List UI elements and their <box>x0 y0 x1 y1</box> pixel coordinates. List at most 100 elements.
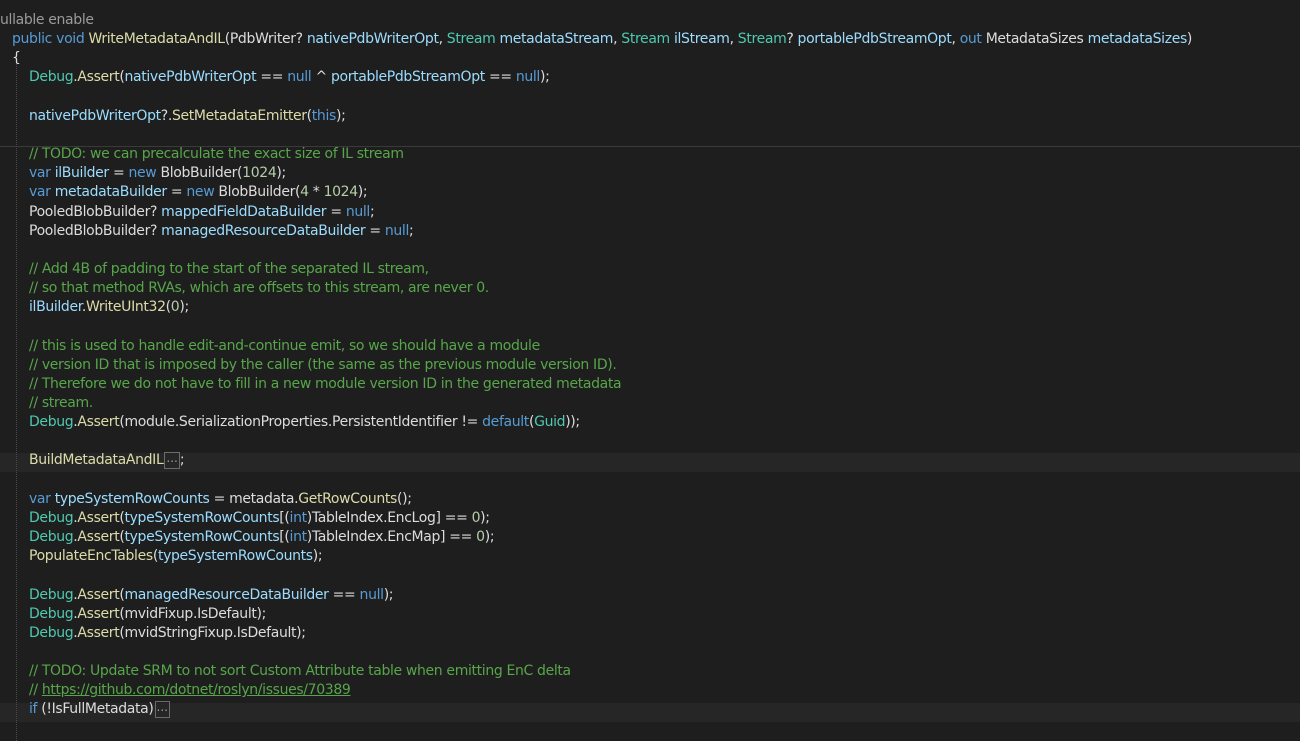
code-token: ?. <box>160 108 173 124</box>
code-line[interactable]: // so that method RVAs, which are offset… <box>0 279 1300 298</box>
code-line-text: Debug.Assert(managedResourceDataBuilder … <box>29 586 394 605</box>
code-line[interactable]: var typeSystemRowCounts = metadata.GetRo… <box>0 490 1300 509</box>
code-token: 0 <box>476 529 485 545</box>
code-token: PdbWriter <box>229 31 296 47</box>
code-token: 1024 <box>242 165 277 181</box>
code-token: == <box>328 587 360 603</box>
code-token: == <box>484 69 516 85</box>
code-line-text: // this is used to handle edit-and-conti… <box>29 337 540 356</box>
code-line[interactable]: if (!IsFullMetadata)... <box>0 700 1300 719</box>
code-line[interactable]: // TODO: we can precalculate the exact s… <box>0 145 1300 164</box>
code-token: out <box>959 31 982 47</box>
code-token: metadataSizes <box>1087 31 1188 47</box>
code-line[interactable] <box>0 126 1300 145</box>
code-line-text: Debug.Assert(mvidFixup.IsDefault); <box>29 605 266 624</box>
code-token: PopulateEncTables <box>29 548 153 564</box>
code-token: // stream. <box>29 395 93 411</box>
code-line[interactable]: public void WriteMetadataAndIL(PdbWriter… <box>0 30 1300 49</box>
code-token: (module.SerializationProperties.Persiste… <box>119 414 483 430</box>
code-token: BlobBuilder <box>218 184 296 200</box>
code-token: null <box>287 69 312 85</box>
code-line[interactable]: PooledBlobBuilder? managedResourceDataBu… <box>0 222 1300 241</box>
code-line[interactable]: // Add 4B of padding to the start of the… <box>0 260 1300 279</box>
code-line[interactable] <box>0 88 1300 107</box>
code-token: new <box>128 165 157 181</box>
code-line[interactable]: var ilBuilder = new BlobBuilder(1024); <box>0 164 1300 183</box>
code-token: * <box>308 184 324 200</box>
code-line[interactable]: Debug.Assert(nativePdbWriterOpt == null … <box>0 68 1300 87</box>
code-link[interactable]: https://github.com/dotnet/roslyn/issues/… <box>42 682 351 698</box>
code-token: Debug <box>29 606 74 622</box>
code-line[interactable]: { <box>0 49 1300 68</box>
code-token: ) <box>1186 31 1193 47</box>
code-line-text: PopulateEncTables(typeSystemRowCounts); <box>29 547 323 566</box>
code-line[interactable]: Debug.Assert(module.SerializationPropert… <box>0 413 1300 432</box>
code-line[interactable]: var metadataBuilder = new BlobBuilder(4 … <box>0 183 1300 202</box>
collapsed-region-marker[interactable]: ... <box>154 700 170 718</box>
code-token: Debug <box>29 414 74 430</box>
code-token: [( <box>279 510 290 526</box>
code-token: metadataBuilder <box>54 184 167 200</box>
code-line[interactable] <box>0 471 1300 490</box>
code-line[interactable] <box>0 241 1300 260</box>
code-line[interactable]: // stream. <box>0 394 1300 413</box>
code-editor[interactable]: ullable enable public void WriteMetadataA… <box>0 0 1300 741</box>
code-token: ); <box>484 529 495 545</box>
code-token: typeSystemRowCounts <box>124 529 280 545</box>
code-line-text: // TODO: we can precalculate the exact s… <box>29 145 404 164</box>
code-token: Assert <box>77 529 120 545</box>
code-token: // <box>29 682 42 698</box>
code-line[interactable]: Debug.Assert(mvidFixup.IsDefault); <box>0 605 1300 624</box>
code-token: // Add 4B of padding to the start of the… <box>29 261 429 277</box>
code-line-text: public void WriteMetadataAndIL(PdbWriter… <box>12 30 1192 49</box>
code-token: = <box>166 184 187 200</box>
code-line-text: { <box>12 49 21 68</box>
code-line-text: PooledBlobBuilder? managedResourceDataBu… <box>29 222 414 241</box>
code-line[interactable] <box>0 432 1300 451</box>
code-line[interactable] <box>0 317 1300 336</box>
code-line[interactable] <box>0 643 1300 662</box>
code-token: null <box>515 69 540 85</box>
code-token: )TableIndex.EncMap] == <box>306 529 477 545</box>
code-token: (); <box>397 491 412 507</box>
code-token: Guid <box>534 414 566 430</box>
code-token: ilBuilder <box>29 299 82 315</box>
code-token: )); <box>565 414 580 430</box>
code-line-text: Debug.Assert(typeSystemRowCounts[(int)Ta… <box>29 528 495 547</box>
code-token: Assert <box>77 587 120 603</box>
code-token: ); <box>276 165 286 181</box>
code-line[interactable]: Debug.Assert(typeSystemRowCounts[(int)Ta… <box>0 509 1300 528</box>
code-line[interactable]: // version ID that is imposed by the cal… <box>0 356 1300 375</box>
code-line[interactable]: PooledBlobBuilder? mappedFieldDataBuilde… <box>0 203 1300 222</box>
code-line[interactable] <box>0 566 1300 585</box>
code-line[interactable]: PopulateEncTables(typeSystemRowCounts); <box>0 547 1300 566</box>
code-line[interactable]: nativePdbWriterOpt?.SetMetadataEmitter(t… <box>0 107 1300 126</box>
code-line[interactable]: Debug.Assert(typeSystemRowCounts[(int)Ta… <box>0 528 1300 547</box>
code-line[interactable]: // TODO: Update SRM to not sort Custom A… <box>0 662 1300 681</box>
code-token: ); <box>539 69 550 85</box>
code-line[interactable]: Debug.Assert(mvidStringFixup.IsDefault); <box>0 624 1300 643</box>
code-token: (mvidStringFixup.IsDefault); <box>119 625 306 641</box>
code-line[interactable]: ilBuilder.WriteUInt32(0); <box>0 298 1300 317</box>
code-line[interactable]: BuildMetadataAndIL...; <box>0 451 1300 470</box>
code-token: = <box>326 204 346 220</box>
code-line[interactable]: Debug.Assert(managedResourceDataBuilder … <box>0 586 1300 605</box>
code-token: PooledBlobBuilder <box>29 223 150 239</box>
code-line[interactable]: // this is used to handle edit-and-conti… <box>0 337 1300 356</box>
code-token: BuildMetadataAndIL <box>29 452 164 468</box>
code-token: int <box>289 529 308 545</box>
code-token: ? <box>295 31 307 47</box>
code-line-text: var metadataBuilder = new BlobBuilder(4 … <box>29 183 368 202</box>
code-line[interactable]: ullable enable <box>0 11 1300 30</box>
code-token: ? <box>786 31 798 47</box>
code-token: int <box>289 510 308 526</box>
code-line[interactable]: // Therefore we do not have to fill in a… <box>0 375 1300 394</box>
collapsed-region-marker[interactable]: ... <box>164 451 180 469</box>
code-line-text: Debug.Assert(nativePdbWriterOpt == null … <box>29 68 550 87</box>
code-token: // TODO: we can precalculate the exact s… <box>29 146 404 162</box>
code-token: Stream <box>737 31 787 47</box>
code-token: , <box>438 31 447 47</box>
code-line-text: // so that method RVAs, which are offset… <box>29 279 489 298</box>
code-token: = <box>108 165 129 181</box>
code-line[interactable]: // https://github.com/dotnet/roslyn/issu… <box>0 681 1300 700</box>
